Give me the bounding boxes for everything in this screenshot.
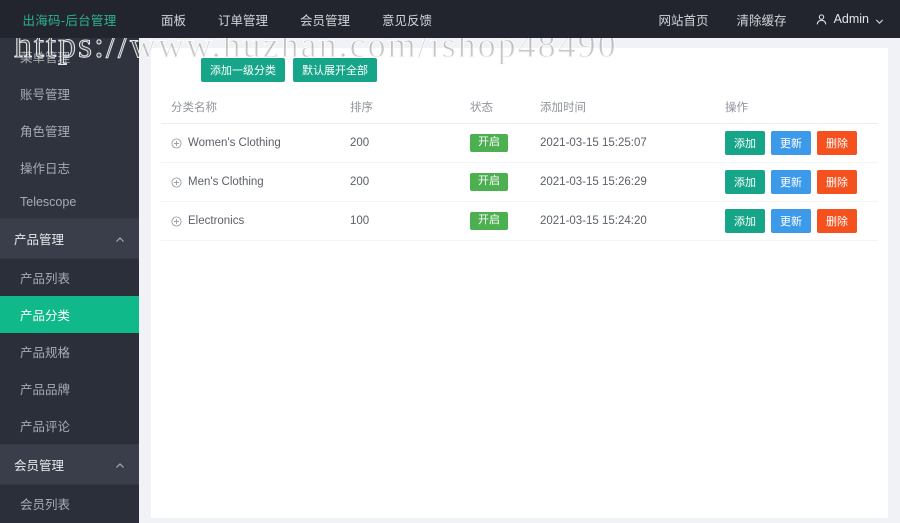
cell-status: 开启 <box>466 162 536 202</box>
category-name-text: Women's Clothing <box>188 137 281 149</box>
table-row: Men's Clothing 200 开启 2021-03-15 15:26:2… <box>161 162 878 202</box>
row-delete-button[interactable]: 删除 <box>817 209 857 233</box>
sidebar-item-member-list[interactable]: 会员列表 <box>0 485 139 522</box>
top-nav-item-feedback[interactable]: 意见反馈 <box>382 10 432 29</box>
cell-operations: 添加 更新 删除 <box>721 201 878 241</box>
top-nav-item-orders[interactable]: 订单管理 <box>218 10 268 29</box>
row-update-button[interactable]: 更新 <box>771 209 811 233</box>
sidebar: 菜单管理 账号管理 角色管理 操作日志 Telescope 产品管理 产品列表 … <box>0 38 139 523</box>
cell-status: 开启 <box>466 201 536 241</box>
sidebar-item-telescope[interactable]: Telescope <box>0 186 139 218</box>
top-header-bar: 出海码-后台管理 面板 订单管理 会员管理 意见反馈 网站首页 清除缓存 Adm… <box>0 0 900 38</box>
cell-category-name: Electronics <box>161 201 346 241</box>
th-created-time: 添加时间 <box>536 92 721 124</box>
sidebar-item-product-category[interactable]: 产品分类 <box>0 296 139 333</box>
cell-created-time: 2021-03-15 15:25:07 <box>536 123 721 163</box>
sidebar-submenu-member: 会员列表 会员等级 意见反馈 <box>0 485 139 523</box>
row-add-button[interactable]: 添加 <box>725 170 765 194</box>
cell-category-name: Men's Clothing <box>161 162 346 202</box>
sidebar-item-product-brand[interactable]: 产品品牌 <box>0 370 139 407</box>
top-nav-item-members[interactable]: 会员管理 <box>300 10 350 29</box>
expand-plus-icon[interactable] <box>171 215 182 227</box>
chevron-up-icon <box>115 234 125 244</box>
cell-operations: 添加 更新 删除 <box>721 123 878 163</box>
sidebar-item-product-spec[interactable]: 产品规格 <box>0 333 139 370</box>
sidebar-item-operation-log[interactable]: 操作日志 <box>0 149 139 186</box>
th-status: 状态 <box>466 92 536 124</box>
cell-created-time: 2021-03-15 15:24:20 <box>536 201 721 241</box>
table-head: 分类名称 排序 状态 添加时间 操作 <box>161 92 878 124</box>
cell-status: 开启 <box>466 123 536 163</box>
user-icon <box>815 13 828 26</box>
row-delete-button[interactable]: 删除 <box>817 131 857 155</box>
chevron-down-icon <box>875 15 884 24</box>
sidebar-item-product-review[interactable]: 产品评论 <box>0 407 139 444</box>
user-name: Admin <box>833 12 869 26</box>
cell-sort: 200 <box>346 162 466 202</box>
add-root-category-button[interactable]: 添加一级分类 <box>201 58 285 82</box>
sidebar-item-product-list[interactable]: 产品列表 <box>0 259 139 296</box>
cell-category-name: Women's Clothing <box>161 123 346 163</box>
th-operations: 操作 <box>721 92 878 124</box>
row-update-button[interactable]: 更新 <box>771 131 811 155</box>
sidebar-group-member-management[interactable]: 会员管理 <box>0 444 139 485</box>
row-add-button[interactable]: 添加 <box>725 131 765 155</box>
expand-all-button[interactable]: 默认展开全部 <box>293 58 377 82</box>
category-toolbar: 添加一级分类 默认展开全部 <box>161 58 878 92</box>
expand-plus-icon[interactable] <box>171 137 182 149</box>
clear-cache-link[interactable]: 清除缓存 <box>737 10 787 29</box>
category-table: 分类名称 排序 状态 添加时间 操作 Women's Clothing 200 … <box>161 92 878 241</box>
status-badge: 开启 <box>470 212 508 230</box>
table-row: Women's Clothing 200 开启 2021-03-15 15:25… <box>161 123 878 163</box>
row-update-button[interactable]: 更新 <box>771 170 811 194</box>
cell-sort: 100 <box>346 201 466 241</box>
table-body: Women's Clothing 200 开启 2021-03-15 15:25… <box>161 123 878 241</box>
row-add-button[interactable]: 添加 <box>725 209 765 233</box>
row-delete-button[interactable]: 删除 <box>817 170 857 194</box>
sidebar-group-label-product: 产品管理 <box>14 233 65 247</box>
cell-created-time: 2021-03-15 15:26:29 <box>536 162 721 202</box>
category-name-text: Men's Clothing <box>188 176 264 188</box>
main-content: 添加一级分类 默认展开全部 分类名称 排序 状态 添加时间 操作 Women's… <box>139 38 900 523</box>
th-sort: 排序 <box>346 92 466 124</box>
top-nav-item-dashboard[interactable]: 面板 <box>161 10 186 29</box>
sidebar-submenu-product: 产品列表 产品分类 产品规格 产品品牌 产品评论 <box>0 259 139 444</box>
sidebar-item-menu-management[interactable]: 菜单管理 <box>0 38 139 75</box>
table-header-row: 分类名称 排序 状态 添加时间 操作 <box>161 92 878 124</box>
sidebar-group-label-member: 会员管理 <box>14 459 65 473</box>
table-row: Electronics 100 开启 2021-03-15 15:24:20 添… <box>161 201 878 241</box>
top-nav: 面板 订单管理 会员管理 意见反馈 <box>161 10 432 29</box>
th-category-name: 分类名称 <box>161 92 346 124</box>
cell-operations: 添加 更新 删除 <box>721 162 878 202</box>
sidebar-item-role-management[interactable]: 角色管理 <box>0 112 139 149</box>
user-menu[interactable]: Admin <box>815 12 884 26</box>
sidebar-item-account-management[interactable]: 账号管理 <box>0 75 139 112</box>
category-card: 添加一级分类 默认展开全部 分类名称 排序 状态 添加时间 操作 Women's… <box>151 48 888 518</box>
brand-logo[interactable]: 出海码-后台管理 <box>0 10 139 29</box>
site-home-link[interactable]: 网站首页 <box>659 10 709 29</box>
category-name-text: Electronics <box>188 215 245 227</box>
admin-page: 出海码-后台管理 面板 订单管理 会员管理 意见反馈 网站首页 清除缓存 Adm… <box>0 0 900 523</box>
status-badge: 开启 <box>470 134 508 152</box>
cell-sort: 200 <box>346 123 466 163</box>
top-right-actions: 网站首页 清除缓存 Admin <box>659 10 900 29</box>
expand-plus-icon[interactable] <box>171 176 182 188</box>
status-badge: 开启 <box>470 173 508 191</box>
chevron-up-icon <box>115 460 125 470</box>
sidebar-group-product-management[interactable]: 产品管理 <box>0 218 139 259</box>
